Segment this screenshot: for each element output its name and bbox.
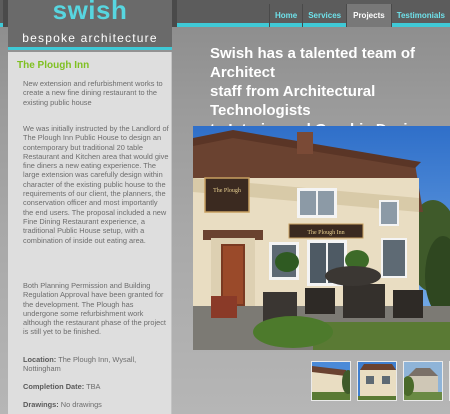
project-status: Both Planning Permission and Building Re… <box>23 281 166 337</box>
project-location: Location: The Plough Inn, Wysall, Nottin… <box>23 355 169 374</box>
completion-label: Completion Date: <box>23 382 85 391</box>
sign-text-board: The Plough Inn <box>307 230 344 236</box>
project-photo: The Plough The Plough Inn <box>193 126 450 350</box>
project-title: The Plough Inn <box>17 60 90 71</box>
sign-text: The Plough <box>213 188 241 194</box>
project-description: We was initially instructed by the Landl… <box>23 124 169 245</box>
hero-heading: Swish has a talented team of Architect s… <box>210 45 448 138</box>
project-completion: Completion Date: TBA <box>23 382 169 391</box>
gallery-thumbnail[interactable] <box>357 361 397 401</box>
drawings-value: No drawings <box>60 400 102 409</box>
gallery-thumbnail[interactable] <box>311 361 351 401</box>
completion-value: TBA <box>86 382 101 391</box>
logo-wordmark: swish <box>52 0 128 25</box>
nav-services[interactable]: Services <box>302 4 346 27</box>
project-intro: New extension and refurbishment works to… <box>23 79 163 107</box>
drawings-label: Drawings: <box>23 400 59 409</box>
nav-testimonials[interactable]: Testimonials <box>390 4 450 27</box>
logo[interactable]: swish bespoke architecture <box>8 0 172 50</box>
nav-projects[interactable]: Projects <box>346 4 391 27</box>
gallery-thumbnail[interactable] <box>403 361 443 401</box>
nav-home[interactable]: Home <box>268 4 302 27</box>
main-nav: Home Services Projects Testimonials <box>268 4 450 27</box>
logo-tagline: bespoke architecture <box>22 31 158 45</box>
divider <box>172 0 177 27</box>
project-drawings: Drawings: No drawings <box>23 400 169 409</box>
location-label: Location: <box>23 355 57 364</box>
